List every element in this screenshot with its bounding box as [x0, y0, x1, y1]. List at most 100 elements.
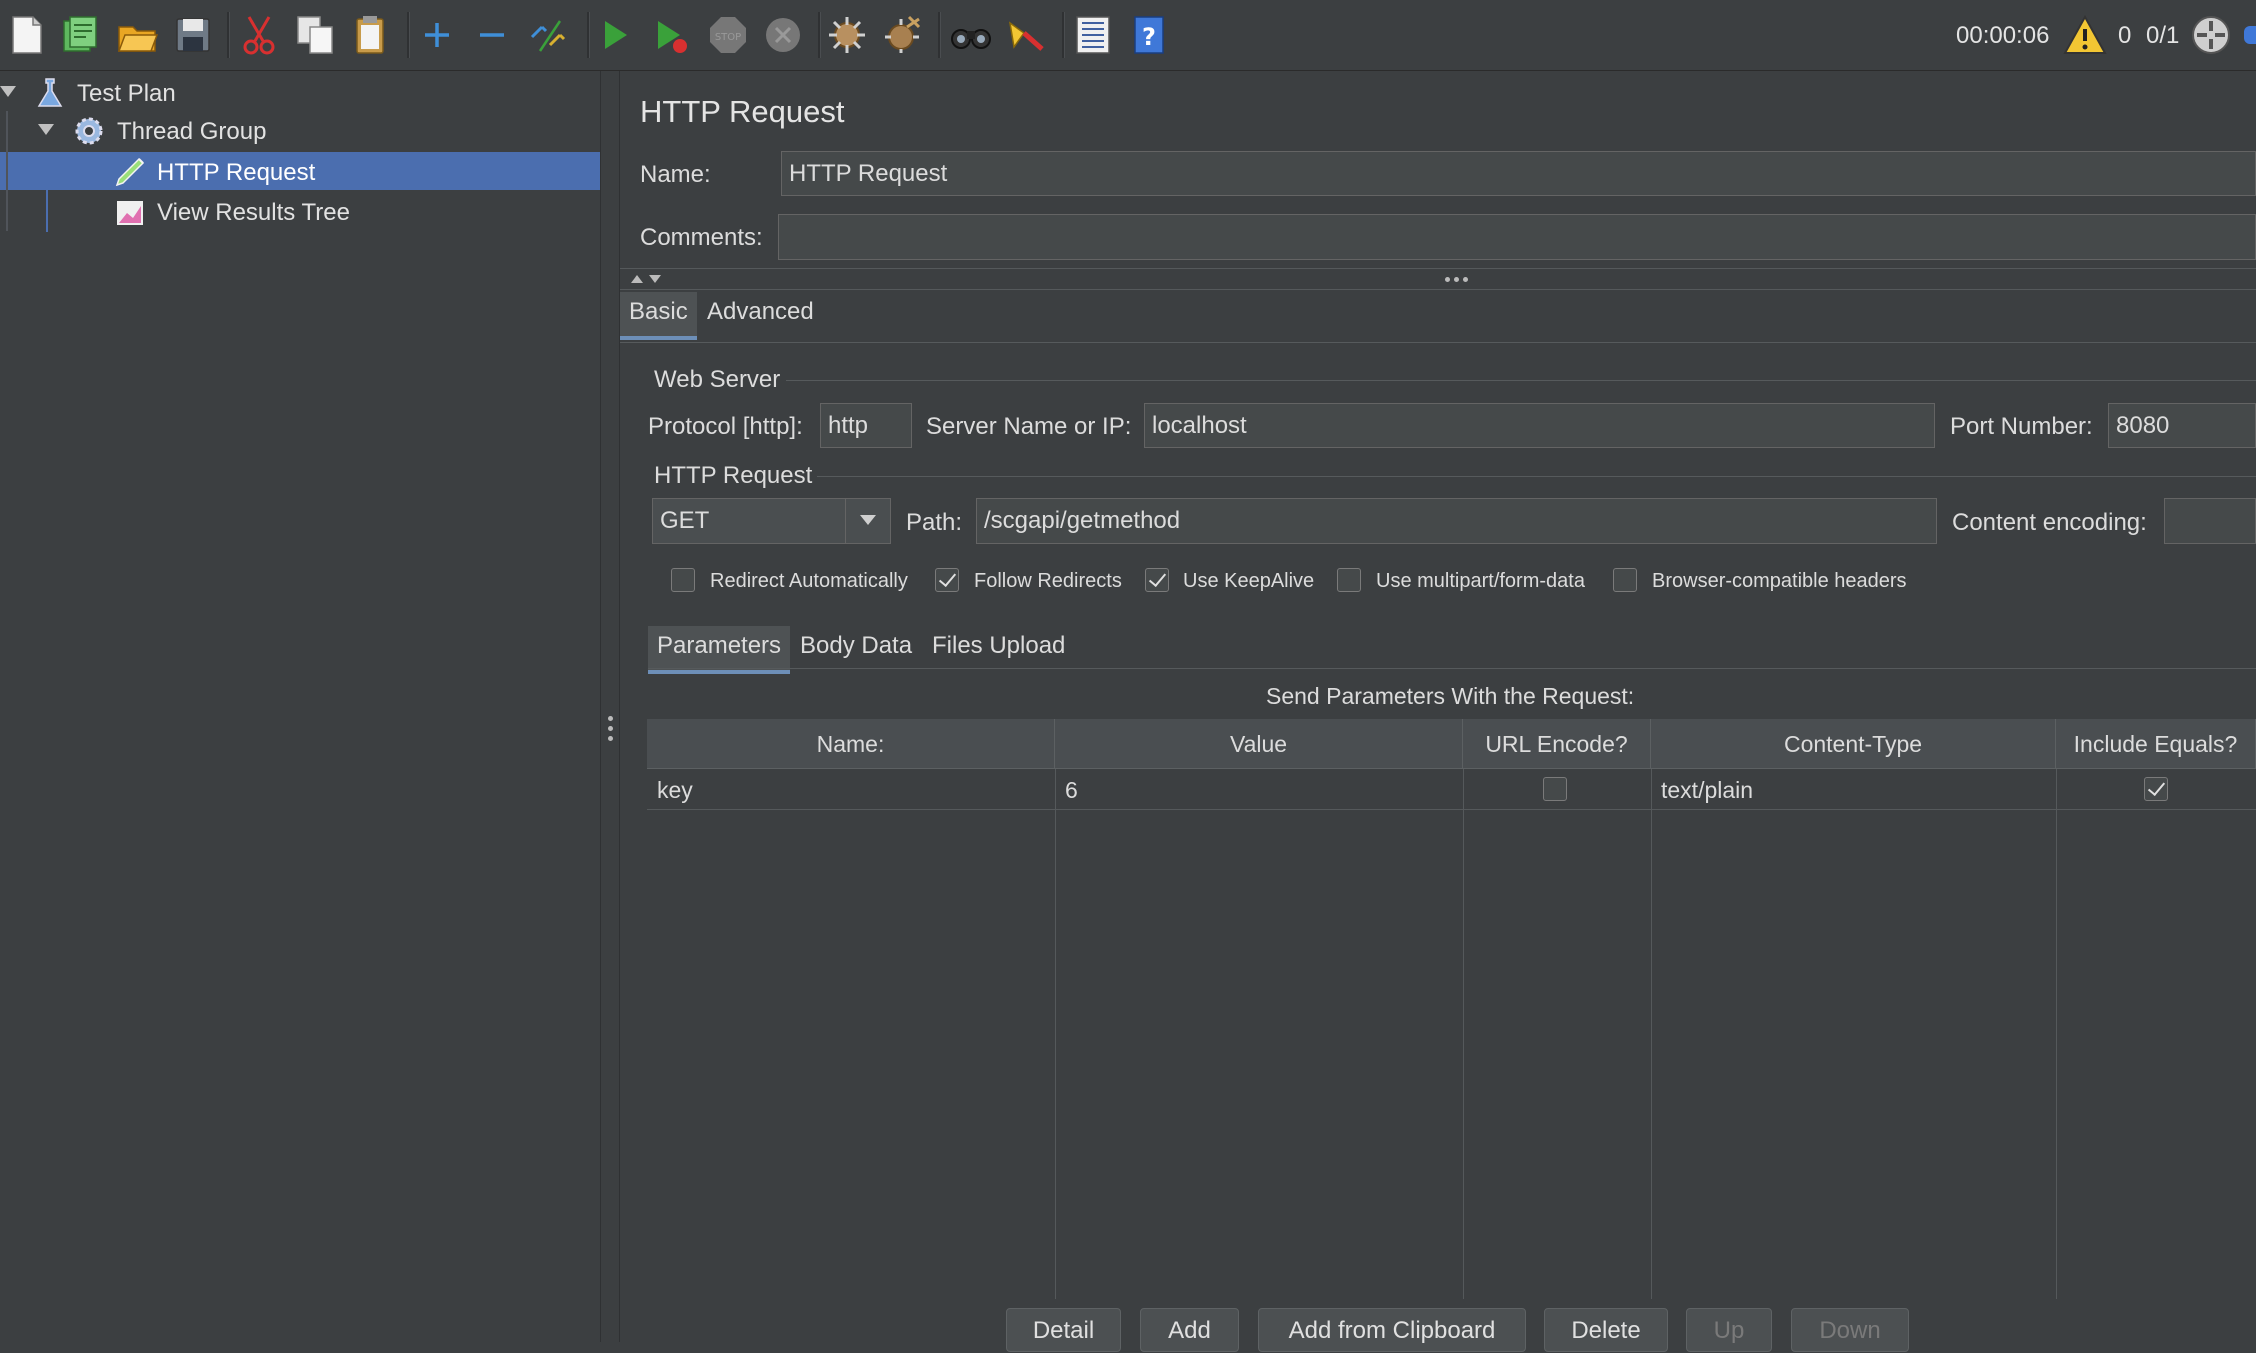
content-encoding-label: Content encoding: — [1952, 509, 2147, 536]
paste-button[interactable] — [346, 10, 396, 60]
param-name-cell[interactable]: key — [647, 770, 1055, 810]
save-button[interactable] — [168, 10, 218, 60]
expand-all-button[interactable] — [412, 10, 462, 60]
collapse-all-button[interactable] — [467, 10, 517, 60]
path-input[interactable]: /scgapi/getmethod — [976, 498, 1937, 544]
tab-files-upload[interactable]: Files Upload — [923, 626, 1074, 666]
help-icon: ? — [1134, 16, 1164, 54]
tree-connector — [6, 111, 8, 231]
use-keepalive-label: Use KeepAlive — [1183, 570, 1315, 592]
reset-search-button[interactable] — [1001, 10, 1051, 60]
use-multipart-label: Use multipart/form-data — [1376, 570, 1585, 592]
param-content-type-cell[interactable]: text/plain — [1651, 770, 2056, 810]
column-header-name[interactable]: Name: — [647, 719, 1055, 769]
main-toolbar: STOP ? 00:00:06 0 0/1 — [0, 0, 2256, 71]
chevron-down-icon[interactable] — [38, 124, 54, 135]
toolbar-separator — [818, 12, 821, 58]
follow-redirects-checkbox[interactable] — [935, 568, 959, 592]
server-label: Server Name or IP: — [926, 413, 1132, 440]
include-equals-checkbox[interactable] — [2144, 777, 2168, 801]
detail-button[interactable]: Detail — [1006, 1308, 1121, 1352]
warning-indicator[interactable] — [2062, 12, 2108, 58]
down-button[interactable]: Down — [1791, 1308, 1909, 1352]
column-header-url-encode[interactable]: URL Encode? — [1463, 719, 1651, 769]
redirect-automatically-label: Redirect Automatically — [710, 570, 908, 592]
use-multipart-checkbox[interactable] — [1337, 568, 1361, 592]
templates-button[interactable] — [55, 10, 105, 60]
add-from-clipboard-button[interactable]: Add from Clipboard — [1258, 1308, 1526, 1352]
comments-label: Comments: — [640, 224, 763, 251]
chevron-down-icon[interactable] — [0, 86, 16, 97]
port-label: Port Number: — [1950, 413, 2093, 440]
remote-icon — [2192, 16, 2230, 54]
url-encode-checkbox[interactable] — [1543, 777, 1567, 801]
protocol-label: Protocol [http]: — [648, 413, 803, 440]
add-button[interactable]: Add — [1140, 1308, 1239, 1352]
tab-basic[interactable]: Basic — [620, 292, 697, 340]
active-threads: 0/1 — [2146, 22, 2180, 49]
start-button[interactable] — [590, 10, 640, 60]
cut-icon — [243, 16, 275, 55]
split-pane-divider[interactable] — [600, 71, 620, 1342]
elapsed-timer: 00:00:06 — [1956, 22, 2050, 49]
params-caption: Send Parameters With the Request: — [1266, 683, 1635, 709]
remote-status[interactable] — [2188, 12, 2234, 58]
method-value: GET — [660, 507, 710, 534]
collapse-strip[interactable] — [620, 268, 2256, 290]
port-input[interactable]: 8080 — [2108, 403, 2256, 448]
clear-button[interactable] — [822, 10, 872, 60]
help-button[interactable]: ? — [1124, 10, 1174, 60]
http-request-icon — [115, 157, 145, 187]
warning-icon — [2063, 14, 2107, 54]
svg-text:STOP: STOP — [715, 32, 741, 43]
column-header-include-equals[interactable]: Include Equals? — [2056, 719, 2256, 769]
redirect-automatically-checkbox[interactable] — [671, 568, 695, 592]
toolbar-separator — [227, 12, 230, 58]
method-select[interactable]: GET — [652, 498, 891, 544]
paste-icon — [356, 16, 384, 54]
open-button[interactable] — [112, 10, 162, 60]
tab-parameters[interactable]: Parameters — [648, 626, 791, 674]
up-button[interactable]: Up — [1686, 1308, 1772, 1352]
stop-button[interactable]: STOP — [703, 10, 753, 60]
web-server-group-title: Web Server — [654, 366, 781, 393]
tree-item-view-results-tree[interactable]: View Results Tree — [0, 192, 600, 230]
tree-item-test-plan[interactable]: Test Plan — [0, 73, 600, 111]
start-no-pauses-button[interactable] — [645, 10, 695, 60]
comments-input[interactable] — [778, 214, 2256, 260]
name-input[interactable]: HTTP Request — [781, 151, 2256, 196]
function-helper-button[interactable] — [1068, 10, 1118, 60]
column-header-value[interactable]: Value — [1055, 719, 1463, 769]
new-button[interactable] — [2, 10, 52, 60]
http-request-group-title: HTTP Request — [654, 462, 813, 489]
copy-button[interactable] — [291, 10, 341, 60]
page-title: HTTP Request — [640, 94, 845, 129]
tree-item-thread-group[interactable]: Thread Group — [0, 111, 600, 149]
tree-item-http-request[interactable]: HTTP Request — [0, 152, 600, 190]
param-url-encode-cell[interactable] — [1463, 770, 1651, 810]
param-include-equals-cell[interactable] — [2056, 770, 2256, 810]
browser-compatible-headers-checkbox[interactable] — [1613, 568, 1637, 592]
arrow-up-icon[interactable] — [630, 273, 644, 285]
tree-item-label: HTTP Request — [157, 159, 316, 186]
arrow-down-icon[interactable] — [648, 273, 662, 285]
delete-button[interactable]: Delete — [1544, 1308, 1668, 1352]
cut-button[interactable] — [234, 10, 284, 60]
content-encoding-input[interactable] — [2164, 498, 2256, 544]
clear-all-button[interactable] — [878, 10, 928, 60]
tab-body-data[interactable]: Body Data — [791, 626, 921, 666]
column-header-content-type[interactable]: Content-Type — [1651, 719, 2056, 769]
tab-advanced[interactable]: Advanced — [698, 292, 823, 332]
protocol-input[interactable]: http — [820, 403, 912, 448]
open-icon — [117, 26, 159, 52]
browser-compatible-headers-label: Browser-compatible headers — [1652, 570, 1907, 592]
start-icon — [605, 21, 627, 49]
param-value-cell[interactable]: 6 — [1055, 770, 1463, 810]
use-keepalive-checkbox[interactable] — [1145, 568, 1169, 592]
tree-connector — [46, 152, 48, 232]
search-button[interactable] — [946, 10, 996, 60]
shutdown-button[interactable] — [758, 10, 808, 60]
collapse-icon — [480, 33, 504, 37]
toggle-button[interactable] — [523, 10, 573, 60]
server-input[interactable]: localhost — [1144, 403, 1935, 448]
